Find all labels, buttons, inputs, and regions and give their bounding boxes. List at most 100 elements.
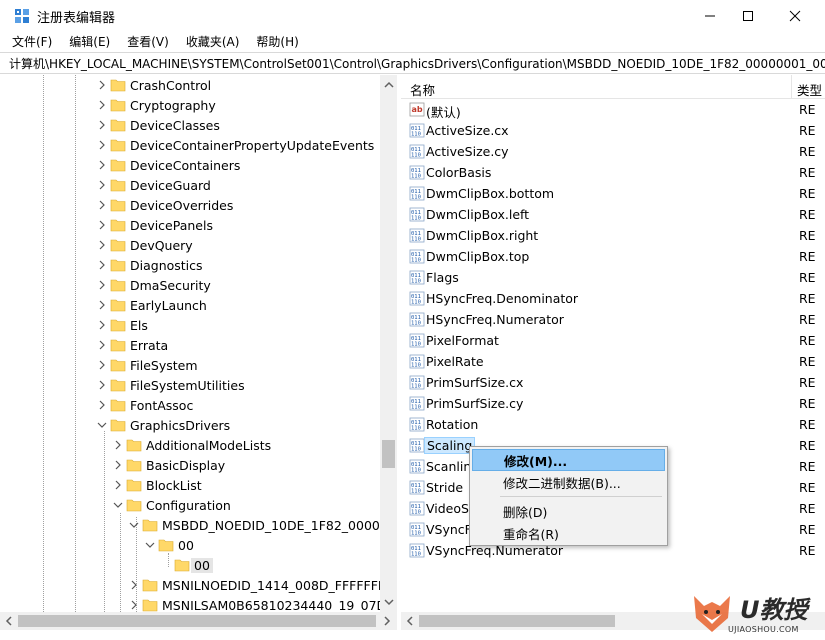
chevron-right-icon[interactable] <box>96 399 108 411</box>
tree-item[interactable]: MSNILNOEDID_1414_008D_FFFFFFFF_F <box>0 575 396 595</box>
chevron-right-icon[interactable] <box>96 159 108 171</box>
scroll-left-icon[interactable] <box>2 614 16 628</box>
tree-item[interactable]: Cryptography <box>0 95 380 115</box>
tree-hscroll-thumb[interactable] <box>18 615 376 627</box>
value-row[interactable]: 011 110 Flags RE <box>401 267 825 288</box>
chevron-down-icon[interactable] <box>128 519 140 531</box>
tree-item[interactable]: 00 <box>0 535 380 555</box>
chevron-right-icon[interactable] <box>96 299 108 311</box>
chevron-down-icon[interactable] <box>96 419 108 431</box>
scroll-right-icon[interactable] <box>380 614 394 628</box>
chevron-right-icon[interactable] <box>96 219 108 231</box>
chevron-down-icon[interactable] <box>144 539 156 551</box>
tree-item[interactable]: FontAssoc <box>0 395 380 415</box>
tree-item-label: MSNILNOEDID_1414_008D_FFFFFFFF_F <box>162 578 397 593</box>
scroll-up-icon[interactable] <box>382 78 396 92</box>
folder-icon <box>110 419 126 432</box>
chevron-right-icon[interactable] <box>96 379 108 391</box>
tree-vertical-scrollbar[interactable] <box>380 75 397 612</box>
chevron-right-icon[interactable] <box>96 119 108 131</box>
tree-item[interactable]: CrashControl <box>0 75 380 95</box>
value-row[interactable]: 011 110 PrimSurfSize.cy RE <box>401 393 825 414</box>
menu-edit[interactable]: 编辑(E) <box>67 32 112 51</box>
tree-item[interactable]: MSBDD_NOEDID_10DE_1F82_0000000 <box>0 515 396 535</box>
value-row[interactable]: 011 110 HSyncFreq.Numerator RE <box>401 309 825 330</box>
chevron-right-icon[interactable] <box>96 139 108 151</box>
context-menu-modify[interactable]: 修改(M)... <box>472 449 665 471</box>
tree-item-label: 00 <box>191 558 213 573</box>
tree-item[interactable]: Els <box>0 315 380 335</box>
tree-item[interactable]: AdditionalModeLists <box>0 435 380 455</box>
chevron-right-icon[interactable] <box>96 239 108 251</box>
value-row[interactable]: 011 110 ColorBasis RE <box>401 162 825 183</box>
chevron-right-icon[interactable] <box>96 79 108 91</box>
maximize-button[interactable] <box>725 0 771 31</box>
tree-item[interactable]: DeviceGuard <box>0 175 380 195</box>
menu-help[interactable]: 帮助(H) <box>254 32 300 51</box>
address-bar[interactable]: 计算机\HKEY_LOCAL_MACHINE\SYSTEM\ControlSet… <box>0 52 825 74</box>
tree-item[interactable]: FileSystem <box>0 355 380 375</box>
tree-item[interactable]: 00 <box>0 555 380 575</box>
tree-item[interactable]: Errata <box>0 335 380 355</box>
tree-item[interactable]: Diagnostics <box>0 255 380 275</box>
tree-item[interactable]: DeviceContainers <box>0 155 380 175</box>
value-row[interactable]: ab (默认) RE <box>401 99 825 120</box>
column-type-header[interactable]: 类型 <box>797 80 822 99</box>
value-row[interactable]: 011 110 DwmClipBox.right RE <box>401 225 825 246</box>
tree-item[interactable]: DmaSecurity <box>0 275 380 295</box>
tree-item[interactable]: DeviceOverrides <box>0 195 380 215</box>
tree-item[interactable]: DeviceClasses <box>0 115 380 135</box>
tree-item[interactable]: DevQuery <box>0 235 380 255</box>
chevron-right-icon[interactable] <box>96 99 108 111</box>
chevron-right-icon[interactable] <box>128 579 140 591</box>
key-tree[interactable]: CrashControl Cryptography DeviceClasses Dev… <box>0 75 397 630</box>
value-row[interactable]: 011 110 ActiveSize.cx RE <box>401 120 825 141</box>
value-row[interactable]: 011 110 PixelRate RE <box>401 351 825 372</box>
value-row[interactable]: 011 110 DwmClipBox.left RE <box>401 204 825 225</box>
context-menu-delete[interactable]: 删除(D) <box>472 500 665 522</box>
value-name: PrimSurfSize.cx <box>426 375 524 390</box>
chevron-right-icon[interactable] <box>96 259 108 271</box>
close-button[interactable] <box>772 0 818 31</box>
values-hscroll-thumb[interactable] <box>419 615 615 627</box>
menu-favorites[interactable]: 收藏夹(A) <box>184 32 242 51</box>
chevron-right-icon[interactable] <box>128 599 140 611</box>
value-row[interactable]: 011 110 DwmClipBox.top RE <box>401 246 825 267</box>
tree-item[interactable]: DeviceContainerPropertyUpdateEvents <box>0 135 380 155</box>
context-menu-rename[interactable]: 重命名(R) <box>472 522 665 544</box>
tree-item[interactable]: Configuration <box>0 495 380 515</box>
chevron-right-icon[interactable] <box>96 199 108 211</box>
tree-item[interactable]: EarlyLaunch <box>0 295 380 315</box>
scroll-left-icon[interactable] <box>403 614 417 628</box>
chevron-down-icon[interactable] <box>112 499 124 511</box>
chevron-right-icon[interactable] <box>96 319 108 331</box>
menu-view[interactable]: 查看(V) <box>125 32 171 51</box>
binary-value-icon: 011110 <box>409 543 425 558</box>
tree-item[interactable]: DevicePanels <box>0 215 380 235</box>
value-name: Rotation <box>426 417 479 432</box>
chevron-right-icon[interactable] <box>96 359 108 371</box>
value-row[interactable]: 011 110 ActiveSize.cy RE <box>401 141 825 162</box>
tree-item[interactable]: GraphicsDrivers <box>0 415 380 435</box>
scroll-down-icon[interactable] <box>382 595 396 609</box>
chevron-right-icon[interactable] <box>112 459 124 471</box>
binary-value-icon: 011110 <box>409 480 425 495</box>
context-menu-modify-binary[interactable]: 修改二进制数据(B)... <box>472 471 665 493</box>
value-row[interactable]: 011 110 PixelFormat RE <box>401 330 825 351</box>
chevron-right-icon[interactable] <box>96 179 108 191</box>
value-row[interactable]: 011 110 DwmClipBox.bottom RE <box>401 183 825 204</box>
chevron-right-icon[interactable] <box>96 339 108 351</box>
tree-item[interactable]: FileSystemUtilities <box>0 375 380 395</box>
tree-item[interactable]: BlockList <box>0 475 380 495</box>
tree-item[interactable]: BasicDisplay <box>0 455 380 475</box>
column-name-header[interactable]: 名称 <box>410 80 435 99</box>
value-row[interactable]: 011 110 HSyncFreq.Denominator RE <box>401 288 825 309</box>
chevron-right-icon[interactable] <box>112 479 124 491</box>
tree-horizontal-scrollbar[interactable] <box>0 612 397 630</box>
value-row[interactable]: 011 110 Rotation RE <box>401 414 825 435</box>
tree-scroll-thumb[interactable] <box>382 440 395 468</box>
menu-file[interactable]: 文件(F) <box>10 32 54 51</box>
chevron-right-icon[interactable] <box>112 439 124 451</box>
value-row[interactable]: 011 110 PrimSurfSize.cx RE <box>401 372 825 393</box>
chevron-right-icon[interactable] <box>96 279 108 291</box>
